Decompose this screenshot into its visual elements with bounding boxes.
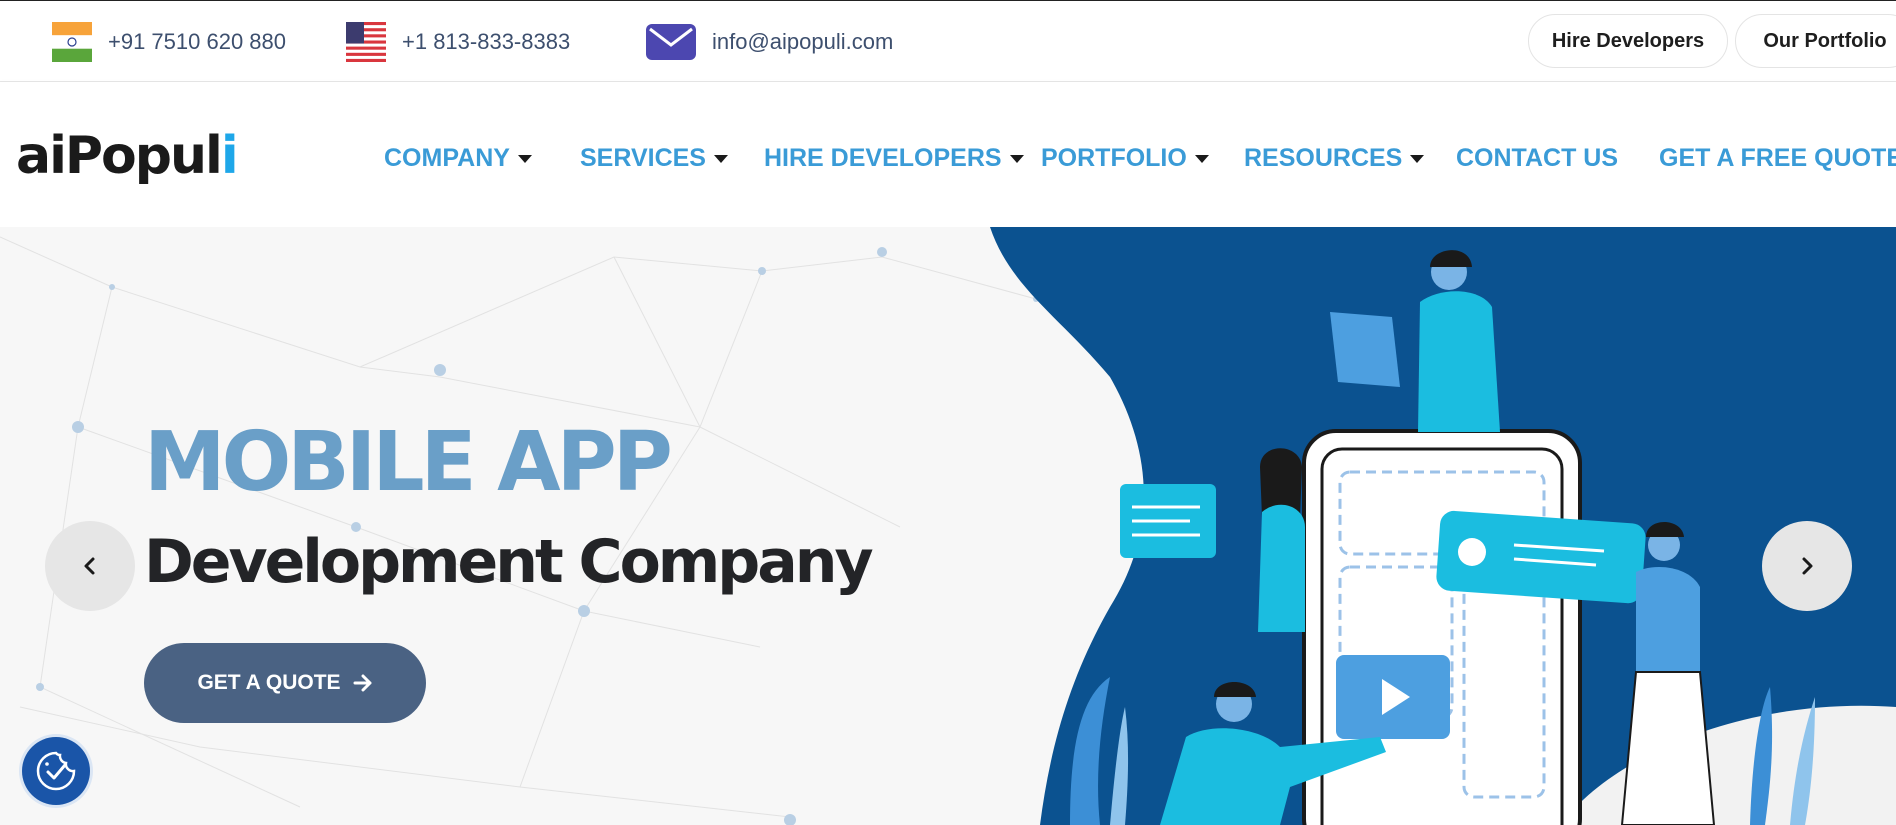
arrow-right-icon bbox=[353, 674, 373, 692]
phone-us[interactable]: +1 813-833-8383 bbox=[402, 29, 570, 55]
nav-company-label: COMPANY bbox=[384, 143, 510, 172]
top-contact-bar: +91 7510 620 880 +1 813-833-8383 info@ai… bbox=[0, 0, 1896, 82]
nav-services[interactable]: SERVICES bbox=[580, 138, 728, 178]
us-flag-icon bbox=[346, 22, 386, 62]
hero-banner: MOBILE APP Development Company GET A QUO… bbox=[0, 227, 1896, 825]
cookie-consent-icon bbox=[34, 749, 78, 793]
chevron-right-icon bbox=[1799, 556, 1815, 576]
hire-developers-button[interactable]: Hire Developers bbox=[1528, 14, 1728, 68]
nav-services-label: SERVICES bbox=[580, 143, 706, 172]
contact-india[interactable]: +91 7510 620 880 bbox=[52, 19, 286, 65]
india-flag-icon bbox=[52, 22, 92, 62]
email-link[interactable]: info@aipopuli.com bbox=[712, 29, 893, 55]
hero-title-line2: Development Company bbox=[144, 527, 874, 597]
nav-company[interactable]: COMPANY bbox=[384, 138, 532, 178]
nav-contact-label: CONTACT US bbox=[1456, 143, 1619, 172]
phone-india[interactable]: +91 7510 620 880 bbox=[108, 29, 286, 55]
nav-portfolio-label: PORTFOLIO bbox=[1041, 143, 1187, 172]
hero-title-line1: MOBILE APP bbox=[144, 415, 673, 510]
our-portfolio-button[interactable]: Our Portfolio bbox=[1735, 14, 1896, 68]
nav-hire-label: HIRE DEVELOPERS bbox=[764, 143, 1002, 172]
mail-icon bbox=[646, 22, 696, 62]
contact-us[interactable]: +1 813-833-8383 bbox=[346, 19, 570, 65]
nav-resources-label: RESOURCES bbox=[1244, 143, 1403, 172]
nav-portfolio[interactable]: PORTFOLIO bbox=[1041, 138, 1209, 178]
caret-down-icon bbox=[1009, 155, 1024, 163]
nav-resources[interactable]: RESOURCES bbox=[1244, 138, 1425, 178]
cookie-consent-button[interactable] bbox=[22, 737, 90, 805]
logo-text-popul: Popul bbox=[64, 126, 223, 186]
chevron-left-icon bbox=[82, 556, 98, 576]
logo-text-ai: ai bbox=[16, 126, 67, 186]
slider-prev-button[interactable] bbox=[45, 521, 135, 611]
slider-next-button[interactable] bbox=[1762, 521, 1852, 611]
nav-get-free-quote[interactable]: GET A FREE QUOTE bbox=[1659, 138, 1896, 178]
caret-down-icon bbox=[1410, 155, 1425, 163]
logo-text-i: i bbox=[220, 126, 239, 186]
site-logo[interactable]: ai Popul i bbox=[16, 126, 239, 186]
main-navbar: ai Popul i COMPANY SERVICES HIRE DEVELOP… bbox=[0, 82, 1896, 227]
caret-down-icon bbox=[517, 155, 532, 163]
get-a-quote-label: GET A QUOTE bbox=[197, 671, 341, 694]
caret-down-icon bbox=[1194, 155, 1209, 163]
nav-quote-label: GET A FREE QUOTE bbox=[1659, 143, 1896, 172]
nav-hire-developers[interactable]: HIRE DEVELOPERS bbox=[764, 138, 1024, 178]
nav-contact-us[interactable]: CONTACT US bbox=[1456, 138, 1618, 178]
get-a-quote-button[interactable]: GET A QUOTE bbox=[144, 643, 426, 723]
caret-down-icon bbox=[713, 155, 728, 163]
hero-illustration bbox=[0, 227, 1896, 825]
contact-email[interactable]: info@aipopuli.com bbox=[646, 19, 893, 65]
